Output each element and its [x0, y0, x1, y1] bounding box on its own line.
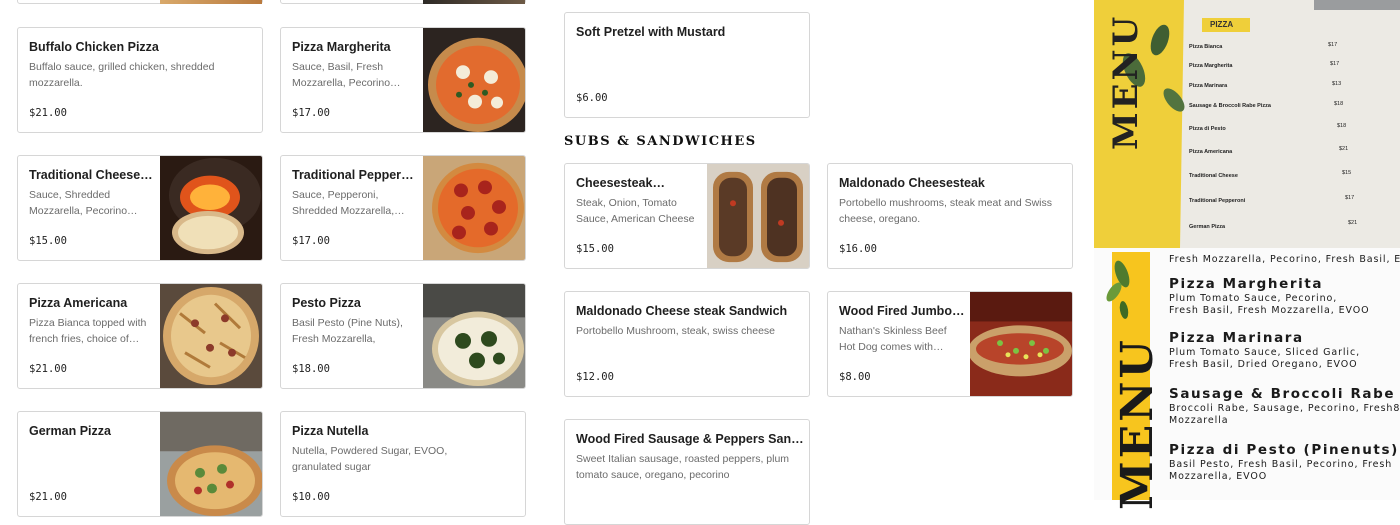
menu-printout-line: Mozzarella: [1169, 415, 1229, 426]
menu-printout-line: Broccoli Rabe, Sausage, Pecorino, Fresh8: [1169, 403, 1400, 414]
menu-printout-line: Fresh Mozzarella, Pecorino, Fresh Basil,…: [1169, 254, 1400, 265]
menu-item-card[interactable]: Traditional Pepperoni… Sauce, Pepperoni,…: [280, 155, 526, 261]
item-name: Pizza Americana: [29, 296, 128, 310]
menu-item-card[interactable]: Pizza Nutella Nutella, Powdered Sugar, E…: [280, 411, 526, 517]
item-price: $12.00: [576, 371, 614, 383]
item-name: Soft Pretzel with Mustard: [576, 25, 726, 39]
item-name: Maldonado Cheese steak Sandwich: [576, 304, 788, 318]
menu-item-card[interactable]: Buffalo Chicken Pizza Buffalo sauce, gri…: [17, 27, 263, 133]
item-description: [29, 444, 149, 476]
menu-photo-item: Traditional Pepperoni: [1189, 198, 1246, 204]
item-name: Traditional Pepperoni…: [292, 168, 420, 182]
menu-photo-item: Pizza di Pesto: [1189, 126, 1226, 132]
menu-printout-line: Mozzarella, EVOO: [1169, 471, 1268, 482]
menu-printout-line: Fresh Basil, Fresh Mozzarella, EVOO: [1169, 305, 1370, 316]
section-heading-subs: SUBS & SANDWICHES: [564, 134, 757, 149]
item-price: $15.00: [576, 243, 614, 255]
menu-item-card[interactable]: Soft Pretzel with Mustard $6.00: [564, 12, 810, 118]
menu-item-card[interactable]: Traditional Cheese… Sauce, Shredded Mozz…: [17, 155, 263, 261]
menu-printout-line: Plum Tomato Sauce, Sliced Garlic,: [1169, 347, 1361, 358]
item-price: $15.00: [29, 235, 67, 247]
item-name: Cheesesteak…: [576, 176, 665, 190]
food-photo: [423, 0, 525, 4]
item-description: Basil Pesto (Pine Nuts), Fresh Mozzarell…: [292, 317, 403, 345]
menu-photo-item: German Pizza: [1189, 224, 1226, 230]
item-name: Pizza Margherita: [292, 40, 391, 54]
menu-item-card[interactable]: Maldonado Cheesesteak Portobello mushroo…: [827, 163, 1073, 269]
menu-item-card[interactable]: Wood Fired Jumbo… Nathan's Skinless Beef…: [827, 291, 1073, 397]
food-photo: [970, 292, 1072, 396]
item-price: $8.00: [839, 371, 871, 383]
item-name: German Pizza: [29, 424, 111, 438]
item-description: Nathan's Skinless Beef Hot Dog comes wit…: [839, 325, 947, 353]
menu-photo-item: Pizza Marinara: [1189, 83, 1228, 89]
menu-printout-side-word: MENU: [1112, 337, 1163, 510]
item-name: Wood Fired Sausage & Peppers Sandwich: [576, 432, 804, 446]
food-photo: [160, 156, 262, 260]
menu-photo-item: Pizza Margherita: [1189, 63, 1233, 69]
item-description: Sauce, Shredded Mozzarella, Pecorino…: [29, 189, 138, 217]
menu-printout-title: Sausage & Broccoli Rabe Pizza: [1169, 386, 1400, 402]
food-photo: [160, 284, 262, 388]
item-price: $17.00: [292, 107, 330, 119]
item-name: Pesto Pizza: [292, 296, 361, 310]
menu-printout-line: Fresh Basil, Dried Oregano, EVOO: [1169, 359, 1358, 370]
item-price: $6.00: [576, 92, 608, 104]
item-price: $21.00: [29, 107, 67, 119]
item-price: $17.00: [292, 235, 330, 247]
item-name: Wood Fired Jumbo…: [839, 304, 965, 318]
item-name: Buffalo Chicken Pizza: [29, 40, 159, 54]
menu-item-card[interactable]: Pizza Americana Pizza Bianca topped with…: [17, 283, 263, 389]
menu-photo-side-word: MENU: [1106, 13, 1146, 150]
item-price: $16.00: [839, 243, 877, 255]
menu-item-card[interactable]: Wood Fired Sausage & Peppers Sandwich Sw…: [564, 419, 810, 525]
menu-printout-title: Pizza di Pesto (Pinenuts): [1169, 442, 1399, 458]
item-description: Sweet Italian sausage, roasted peppers, …: [576, 453, 790, 481]
menu-photo-item: Pizza Americana: [1189, 149, 1233, 155]
item-name: Pizza Nutella: [292, 424, 369, 438]
item-description: Buffalo sauce, grilled chicken, shredded…: [29, 61, 215, 89]
food-photo: [423, 156, 525, 260]
menu-photo-price: $17: [1328, 42, 1338, 48]
menu-printout-title: Pizza Marinara: [1169, 330, 1304, 346]
item-name: Traditional Cheese…: [29, 168, 153, 182]
menu-item-card[interactable]: Maldonado Cheese steak Sandwich Portobel…: [564, 291, 810, 397]
menu-photo-price: $17: [1345, 195, 1355, 201]
menu-photo-price: $21: [1348, 220, 1358, 226]
menu-item-card[interactable]: Pesto Pizza Basil Pesto (Pine Nuts), Fre…: [280, 283, 526, 389]
item-description: Sauce, Basil, Fresh Mozzarella, Pecorino…: [292, 61, 401, 89]
item-name: Maldonado Cheesesteak: [839, 176, 985, 190]
food-photo: [707, 164, 809, 268]
menu-photo-item: Traditional Cheese: [1189, 173, 1238, 179]
item-price: $10.00: [292, 491, 330, 503]
item-description: Pizza Bianca topped with french fries, c…: [29, 317, 147, 345]
item-price: $18.00: [292, 363, 330, 375]
menu-printout-line: Basil Pesto, Fresh Basil, Pecorino, Fres…: [1169, 459, 1393, 470]
food-photo: [423, 28, 525, 132]
menu-photo-header: PIZZA: [1210, 20, 1234, 29]
menu-item-card[interactable]: Cheesesteak… Steak, Onion, Tomato Sauce,…: [564, 163, 810, 269]
menu-photo-item: Sausage & Broccoli Rabe Pizza: [1189, 103, 1271, 109]
menu-photo-price: $18: [1334, 101, 1344, 107]
food-photo: [160, 0, 262, 4]
menu-photo-item: Pizza Bianca: [1189, 44, 1223, 50]
menu-printout-line: Plum Tomato Sauce, Pecorino,: [1169, 293, 1338, 304]
item-description: Portobello Mushroom, steak, swiss cheese: [576, 325, 776, 337]
item-description: Sauce, Pepperoni, Shredded Mozzarella,…: [292, 189, 405, 217]
food-photo: [423, 284, 525, 388]
menu-item-card[interactable]: German Pizza $21.00: [17, 411, 263, 517]
menu-item-card[interactable]: Pizza Margherita Sauce, Basil, Fresh Moz…: [280, 27, 526, 133]
menu-photo-price: $17: [1330, 61, 1340, 67]
menu-photo-price: $13: [1332, 81, 1342, 87]
menu-photo-price: $15: [1342, 170, 1352, 176]
item-description: Steak, Onion, Tomato Sauce, American Che…: [576, 197, 695, 225]
menu-photo-price: $21: [1339, 146, 1349, 152]
item-description: Portobello mushrooms, steak meat and Swi…: [839, 197, 1053, 225]
menu-photo-price: $18: [1337, 123, 1347, 129]
menu-printout-title: Pizza Margherita: [1169, 276, 1324, 292]
item-description: Nutella, Powdered Sugar, EVOO, granulate…: [292, 445, 448, 473]
item-price: $21.00: [29, 363, 67, 375]
food-photo: [160, 412, 262, 516]
item-price: $21.00: [29, 491, 67, 503]
